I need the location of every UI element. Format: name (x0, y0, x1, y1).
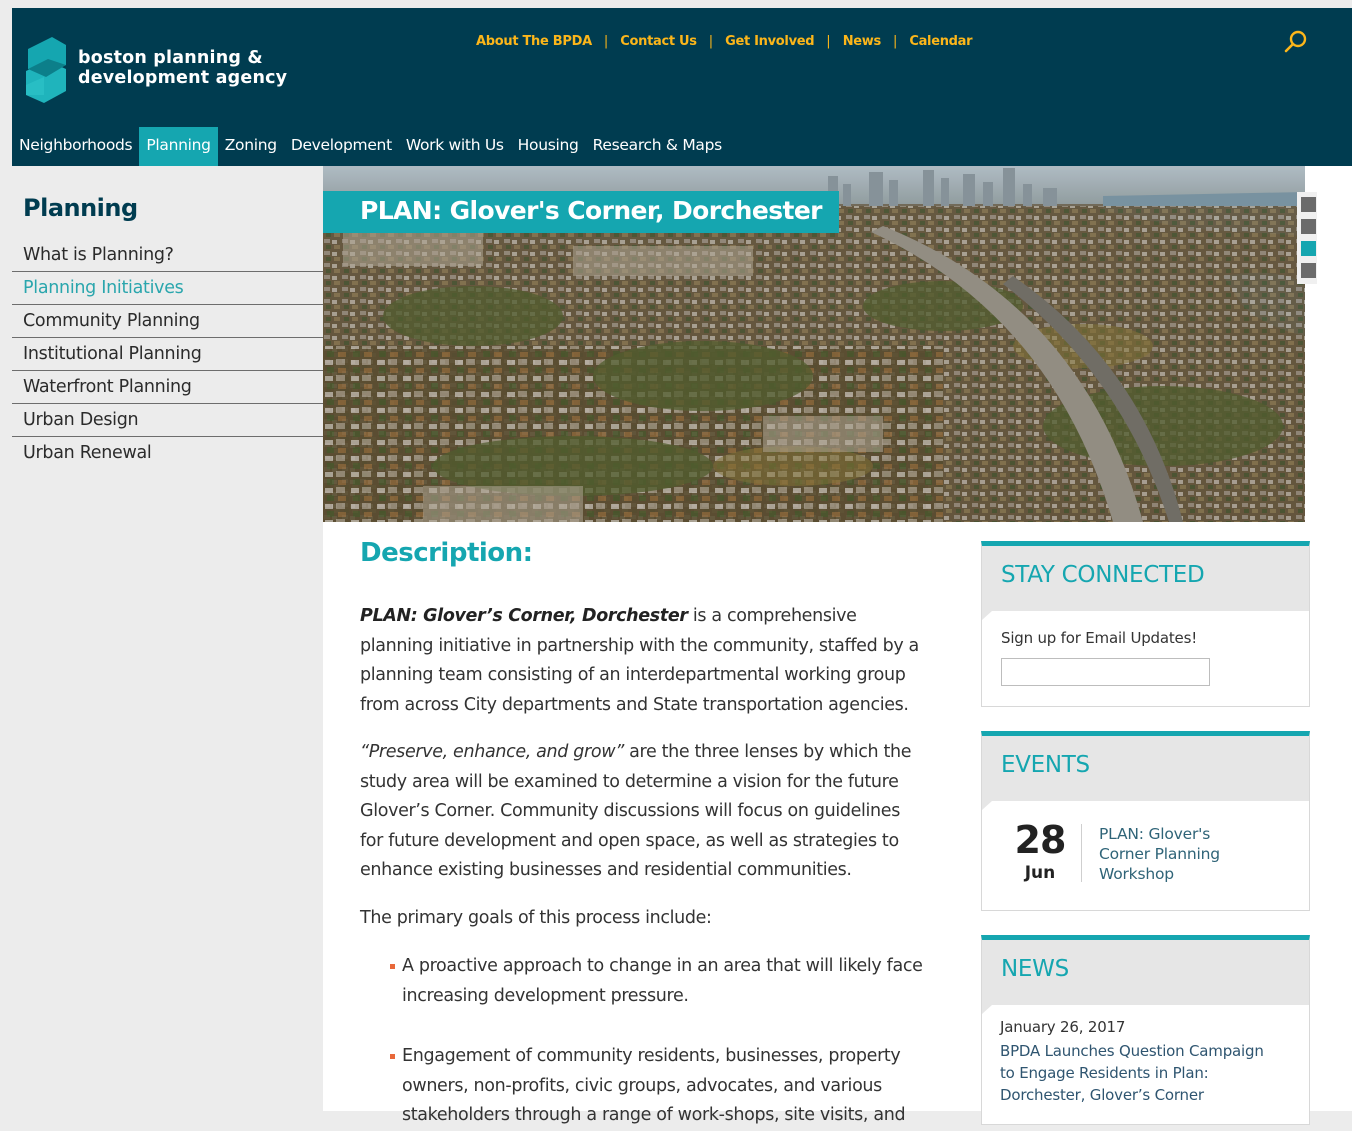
nav-item-development[interactable]: Development (284, 127, 399, 166)
card-header: EVENTS (982, 736, 1309, 810)
event-link[interactable]: PLAN: Glover's Corner Planning Workshop (1099, 824, 1239, 884)
nav-item-planning[interactable]: Planning (139, 127, 218, 166)
utility-link-calendar[interactable]: Calendar (909, 34, 972, 49)
slide-dot[interactable] (1301, 197, 1316, 212)
stay-connected-card: STAY CONNECTED Sign up for Email Updates… (981, 541, 1310, 707)
news-heading: NEWS (1001, 956, 1069, 982)
event-month: Jun (1024, 863, 1056, 883)
sidebar-item-institutional-planning[interactable]: Institutional Planning (12, 338, 323, 371)
sidebar-menu: What is Planning? Planning Initiatives C… (12, 239, 323, 469)
news-link[interactable]: BPDA Launches Question Campaign to Engag… (1000, 1040, 1280, 1106)
goal-list-item: A proactive approach to change in an are… (390, 952, 926, 1011)
utility-separator: | (826, 33, 831, 49)
plan-name: PLAN: Glover’s Corner, Dorchester (360, 606, 688, 626)
brand-name-line1: boston planning & (78, 48, 263, 68)
bpda-logo-icon[interactable] (22, 35, 70, 105)
goal-text: A proactive approach to change in an are… (402, 956, 923, 1006)
goals-intro: The primary goals of this process includ… (360, 908, 712, 928)
utility-link-news[interactable]: News (843, 34, 882, 49)
utility-nav: About The BPDA | Contact Us | Get Involv… (476, 32, 973, 50)
card-notch (982, 611, 1002, 620)
bullet-icon (390, 1054, 395, 1059)
paragraph-text: are the three lenses by which the study … (360, 742, 912, 880)
nav-item-research-maps[interactable]: Research & Maps (586, 127, 729, 166)
main-nav: Neighborhoods Planning Zoning Developmen… (12, 127, 729, 166)
signup-label: Sign up for Email Updates! (1001, 629, 1198, 647)
sidebar-title: Planning (23, 194, 138, 222)
card-notch (982, 801, 1002, 810)
sidebar-item-urban-design[interactable]: Urban Design (12, 404, 323, 437)
slide-pager (1297, 192, 1317, 284)
bullet-icon (390, 964, 395, 969)
goal-list-item: Engagement of community residents, busin… (390, 1042, 926, 1131)
brand-name[interactable]: boston planning & development agency (78, 48, 287, 88)
sidebar-item-planning-initiatives[interactable]: Planning Initiatives (12, 272, 323, 305)
nav-item-neighborhoods[interactable]: Neighborhoods (12, 127, 139, 166)
sidebar-item-community-planning[interactable]: Community Planning (12, 305, 323, 338)
sidebar: Planning What is Planning? Planning Init… (12, 166, 323, 1111)
event-divider (1081, 824, 1082, 882)
utility-link-get-involved[interactable]: Get Involved (725, 34, 814, 49)
utility-separator: | (708, 33, 714, 49)
stay-connected-heading: STAY CONNECTED (1001, 562, 1205, 588)
slide-dot-active[interactable] (1301, 241, 1316, 256)
utility-separator: | (603, 33, 609, 49)
goal-text: Engagement of community residents, busin… (402, 1046, 906, 1125)
sidebar-item-what-is-planning[interactable]: What is Planning? (12, 239, 323, 272)
quote-text: “Preserve, enhance, and grow” (360, 742, 624, 762)
slide-dot[interactable] (1301, 263, 1316, 278)
news-date: January 26, 2017 (1000, 1018, 1126, 1036)
card-header: STAY CONNECTED (982, 546, 1309, 620)
utility-link-contact[interactable]: Contact Us (620, 34, 697, 49)
utility-link-about[interactable]: About The BPDA (476, 34, 592, 49)
event-day: 28 (1014, 818, 1067, 862)
brand-name-line2: development agency (78, 68, 288, 88)
sidebar-item-waterfront-planning[interactable]: Waterfront Planning (12, 371, 323, 404)
events-card: EVENTS 28 Jun PLAN: Glover's Corner Plan… (981, 731, 1310, 911)
site-header: boston planning & development agency Abo… (12, 8, 1352, 166)
email-signup-input[interactable] (1001, 658, 1210, 686)
nav-item-work-with-us[interactable]: Work with Us (399, 127, 511, 166)
card-notch (982, 1005, 1002, 1014)
search-icon[interactable] (1284, 30, 1308, 54)
slide-dot[interactable] (1301, 219, 1316, 234)
hero-title: PLAN: Glover's Corner, Dorchester (323, 191, 839, 233)
description-paragraph-1: PLAN: Glover’s Corner, Dorchester is a c… (360, 602, 926, 720)
news-card: NEWS January 26, 2017 BPDA Launches Ques… (981, 935, 1310, 1125)
utility-separator: | (892, 33, 898, 49)
nav-item-zoning[interactable]: Zoning (218, 127, 284, 166)
description-heading: Description: (360, 538, 533, 568)
nav-item-housing[interactable]: Housing (511, 127, 586, 166)
events-heading: EVENTS (1001, 752, 1090, 778)
description-paragraph-2: “Preserve, enhance, and grow” are the th… (360, 738, 926, 886)
sidebar-item-urban-renewal[interactable]: Urban Renewal (12, 437, 323, 469)
card-header: NEWS (982, 940, 1309, 1014)
